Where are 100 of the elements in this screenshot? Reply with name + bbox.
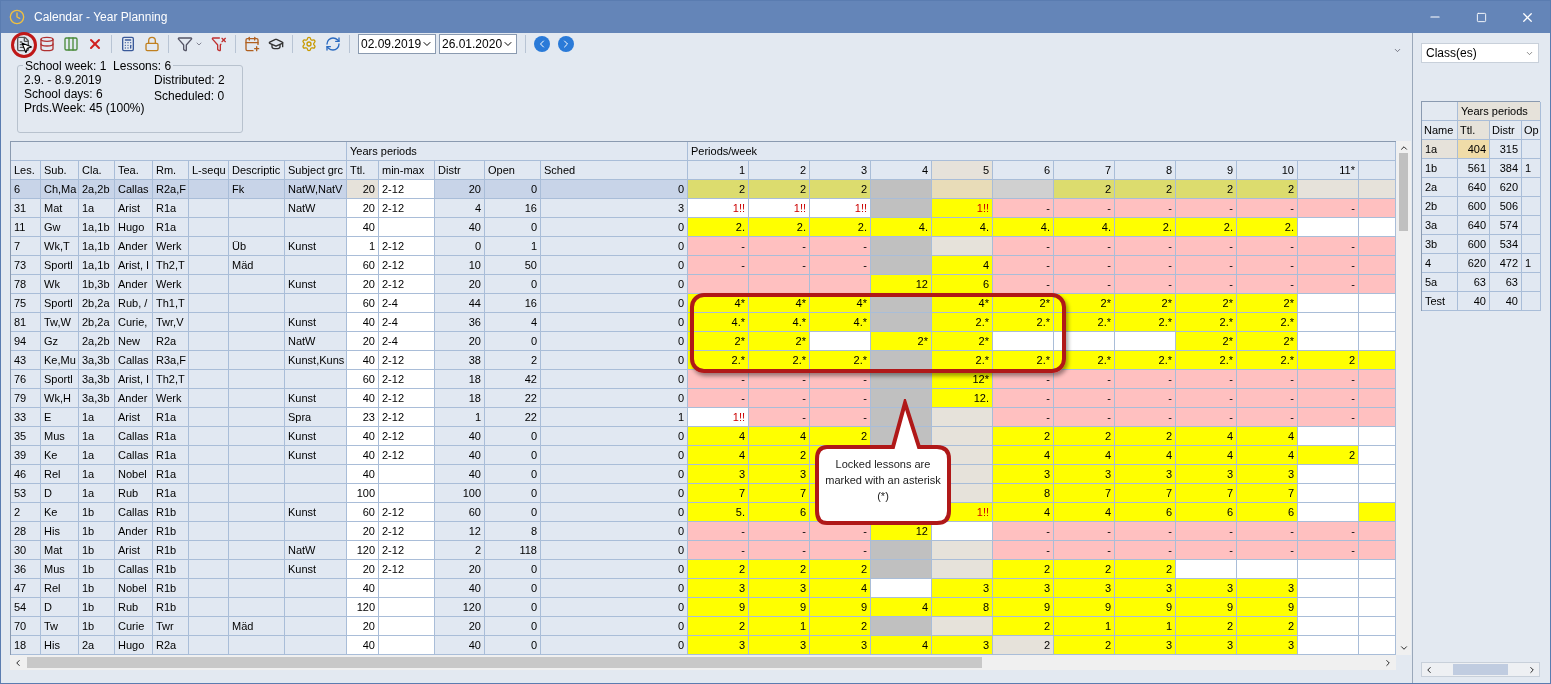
table-cell[interactable]: 76 (11, 370, 41, 389)
table-cell (229, 579, 285, 598)
class-dropdown[interactable]: Class(es) (1421, 43, 1539, 63)
refresh-icon[interactable] (325, 36, 341, 52)
database-icon[interactable] (39, 36, 55, 52)
table-cell[interactable]: 3b (1422, 235, 1458, 254)
filter-icon[interactable] (177, 36, 193, 52)
table-cell[interactable]: 2 (11, 503, 41, 522)
table-cell[interactable]: 6 (11, 180, 41, 199)
table-cell[interactable]: 2a (1422, 178, 1458, 197)
table-cell[interactable]: 1a (1422, 140, 1458, 159)
table-cell[interactable]: 78 (11, 275, 41, 294)
period-cell: - (993, 199, 1054, 218)
table-cell[interactable]: 11 (11, 218, 41, 237)
table-cell: Callas (115, 446, 153, 465)
table-cell[interactable]: 75 (11, 294, 41, 313)
vertical-scrollbar[interactable] (1396, 141, 1411, 655)
period-cell: 2* (1176, 332, 1237, 351)
period-cell: 7 (1237, 484, 1298, 503)
table-cell: 0 (485, 446, 541, 465)
table-cell: 40 (1490, 292, 1522, 311)
columns-icon[interactable] (63, 36, 79, 52)
table-cell: 40 (347, 218, 379, 237)
period-cell: - (1115, 389, 1176, 408)
table-cell: 0 (485, 465, 541, 484)
table-cell: 4 (485, 313, 541, 332)
table-cell[interactable]: 53 (11, 484, 41, 503)
table-cell: Gw (41, 218, 79, 237)
table-cell (189, 617, 229, 636)
table-cell[interactable]: 4 (1422, 254, 1458, 273)
table-cell[interactable]: 47 (11, 579, 41, 598)
scrollbar-thumb[interactable] (27, 657, 982, 668)
table-cell[interactable]: Test (1422, 292, 1458, 311)
table-cell: Arist (115, 199, 153, 218)
table-cell[interactable]: 7 (11, 237, 41, 256)
period-cell: 7 (1176, 484, 1237, 503)
table-cell: R1b (153, 503, 189, 522)
table-cell (189, 560, 229, 579)
table-cell: 1a (79, 465, 115, 484)
table-cell[interactable]: 2b (1422, 197, 1458, 216)
filter-remove-icon[interactable] (211, 36, 227, 52)
period-cell: 4 (1115, 446, 1176, 465)
table-cell[interactable]: 30 (11, 541, 41, 560)
table-cell[interactable]: 5a (1422, 273, 1458, 292)
period-cell: - (1237, 389, 1298, 408)
next-button[interactable] (558, 36, 574, 52)
table-cell: Th1,T (153, 294, 189, 313)
calculator-icon[interactable] (120, 36, 136, 52)
table-cell[interactable]: 43 (11, 351, 41, 370)
table-cell: Ke (41, 446, 79, 465)
graduation-cap-icon[interactable] (268, 36, 284, 52)
table-cell[interactable]: 73 (11, 256, 41, 275)
date-from-field[interactable]: 02.09.2019 (358, 34, 436, 54)
table-cell: 2a (79, 636, 115, 655)
period-cell: 4 (932, 256, 993, 275)
date-to-field[interactable]: 26.01.2020 (439, 34, 517, 54)
period-cell: - (688, 389, 749, 408)
lock-icon[interactable] (144, 36, 160, 52)
table-cell[interactable]: 35 (11, 427, 41, 446)
period-cell: - (1054, 370, 1115, 389)
period-cell: 2 (1237, 617, 1298, 636)
table-cell[interactable]: 33 (11, 408, 41, 427)
info-text: Scheduled: 0 (154, 89, 225, 103)
period-cell: - (993, 256, 1054, 275)
table-cell[interactable]: 18 (11, 636, 41, 655)
table-cell: 20 (347, 617, 379, 636)
table-cell[interactable]: 81 (11, 313, 41, 332)
period-cell: 2.* (993, 313, 1054, 332)
table-cell: 20 (435, 275, 485, 294)
table-cell[interactable]: 36 (11, 560, 41, 579)
period-cell: 9 (1054, 598, 1115, 617)
table-cell[interactable]: 54 (11, 598, 41, 617)
table-cell[interactable]: 79 (11, 389, 41, 408)
period-cell: - (1115, 541, 1176, 560)
caret-icon[interactable] (195, 40, 203, 48)
table-cell[interactable]: 31 (11, 199, 41, 218)
table-cell: 2-12 (379, 446, 435, 465)
calendar-plus-icon[interactable] (244, 36, 260, 52)
table-cell[interactable]: 70 (11, 617, 41, 636)
table-cell[interactable]: 1b (1422, 159, 1458, 178)
table-cell[interactable]: 39 (11, 446, 41, 465)
scrollbar-thumb[interactable] (1453, 664, 1508, 675)
table-cell: Ch,Ma (41, 180, 79, 199)
table-cell: 0 (485, 560, 541, 579)
table-cell (285, 256, 347, 275)
previous-button[interactable] (534, 36, 550, 52)
horizontal-scrollbar[interactable] (10, 655, 1396, 670)
table-cell[interactable]: 28 (11, 522, 41, 541)
scrollbar-track[interactable] (1421, 662, 1540, 677)
table-cell: 40 (435, 446, 485, 465)
delete-icon[interactable] (87, 36, 103, 52)
table-cell[interactable]: 46 (11, 465, 41, 484)
table-cell (229, 636, 285, 655)
scrollbar-thumb[interactable] (1399, 153, 1408, 231)
window-title: Calendar - Year Planning (34, 9, 168, 26)
warning-text: 1!! (732, 202, 745, 214)
period-cell: - (993, 389, 1054, 408)
table-cell[interactable]: 3a (1422, 216, 1458, 235)
settings-icon[interactable] (301, 36, 317, 52)
table-cell[interactable]: 94 (11, 332, 41, 351)
